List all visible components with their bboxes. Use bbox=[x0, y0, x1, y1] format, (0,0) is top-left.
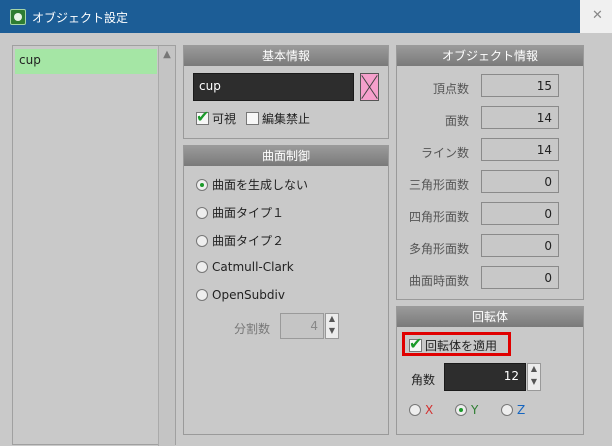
close-button[interactable]: ✕ bbox=[580, 0, 612, 33]
curve-control-group: 曲面制御 曲面を生成しない 曲面タイプ１ 曲面タイプ２ Catmull-Clar… bbox=[183, 145, 389, 435]
curved-face-count-label: 曲面時面数 bbox=[409, 274, 470, 288]
edit-lock-label: 編集禁止 bbox=[262, 112, 311, 126]
radio-icon bbox=[196, 261, 208, 273]
object-list[interactable]: cup ▲ bbox=[12, 45, 176, 446]
apply-lathe-label: 回転体を適用 bbox=[425, 339, 498, 353]
curve-option-type1[interactable]: 曲面タイプ１ bbox=[196, 204, 284, 221]
face-count-label: 面数 bbox=[444, 114, 469, 128]
app-icon bbox=[10, 9, 26, 25]
axis-y-label: Y bbox=[471, 403, 479, 417]
radio-icon bbox=[196, 179, 208, 191]
subdiv-stepper: ▲ ▼ bbox=[325, 313, 339, 339]
lathe-group: 回転体 ✔ 回転体を適用 角数 12 ▲ ▼ X Y Z bbox=[396, 306, 584, 435]
color-swatch[interactable] bbox=[360, 73, 379, 101]
radio-icon bbox=[501, 404, 513, 416]
polygon-count-label: 多角形面数 bbox=[409, 242, 470, 256]
axis-option-y[interactable]: Y bbox=[455, 403, 478, 417]
curve-option-type2[interactable]: 曲面タイプ２ bbox=[196, 232, 284, 249]
axis-x-label: X bbox=[425, 403, 434, 417]
stepper-up-icon: ▲ bbox=[328, 314, 336, 323]
list-item[interactable]: cup bbox=[15, 49, 157, 74]
scrollbar[interactable]: ▲ bbox=[158, 46, 175, 446]
quad-count-value: 0 bbox=[481, 202, 559, 225]
basic-info-group: 基本情報 cup ✔ 可視 編集禁止 bbox=[183, 45, 389, 139]
angle-stepper[interactable]: ▲ ▼ bbox=[527, 363, 541, 391]
window-title: オブジェクト設定 bbox=[32, 11, 129, 25]
object-info-header: オブジェクト情報 bbox=[397, 46, 583, 66]
object-info-group: オブジェクト情報 頂点数 15 面数 14 ライン数 14 三角形面数 0 四角… bbox=[396, 45, 584, 300]
dialog-body: cup ▲ 基本情報 cup ✔ 可視 編集禁止 曲面制御 曲面を生成しない 曲面… bbox=[0, 33, 612, 446]
line-count-label: ライン数 bbox=[420, 146, 469, 160]
curve-option-label: 曲面を生成しない bbox=[212, 178, 309, 192]
curve-option-label: OpenSubdiv bbox=[212, 288, 285, 302]
axis-z-label: Z bbox=[517, 403, 526, 417]
subdiv-field: 4 bbox=[280, 313, 324, 339]
curve-option-none[interactable]: 曲面を生成しない bbox=[196, 176, 308, 193]
checkmark-icon: ✔ bbox=[196, 107, 210, 126]
radio-icon bbox=[409, 404, 421, 416]
stepper-down-icon[interactable]: ▼ bbox=[528, 377, 540, 390]
close-icon: ✕ bbox=[592, 8, 603, 23]
subdiv-label: 分割数 bbox=[234, 322, 271, 336]
line-count-value: 14 bbox=[481, 138, 559, 161]
axis-option-x[interactable]: X bbox=[409, 403, 433, 417]
stepper-down-icon: ▼ bbox=[328, 326, 336, 335]
curve-control-header: 曲面制御 bbox=[184, 146, 388, 166]
checkbox-box bbox=[246, 112, 259, 125]
radio-icon bbox=[196, 207, 208, 219]
visible-checkbox[interactable]: ✔ 可視 bbox=[196, 107, 237, 127]
edit-lock-checkbox[interactable]: 編集禁止 bbox=[246, 110, 310, 127]
axis-option-z[interactable]: Z bbox=[501, 403, 525, 417]
radio-icon bbox=[196, 235, 208, 247]
angle-field[interactable]: 12 bbox=[444, 363, 526, 391]
curve-option-label: 曲面タイプ１ bbox=[212, 206, 285, 220]
stepper-up-icon[interactable]: ▲ bbox=[528, 364, 540, 377]
lathe-header: 回転体 bbox=[397, 307, 583, 327]
polygon-count-value: 0 bbox=[481, 234, 559, 257]
vertex-count-value: 15 bbox=[481, 74, 559, 97]
angle-label: 角数 bbox=[411, 373, 436, 387]
triangle-count-value: 0 bbox=[481, 170, 559, 193]
title-bar: オブジェクト設定 ✕ bbox=[0, 0, 612, 33]
checkbox-box: ✔ bbox=[409, 334, 422, 353]
radio-icon bbox=[196, 289, 208, 301]
basic-info-header: 基本情報 bbox=[184, 46, 388, 66]
curved-face-count-value: 0 bbox=[481, 266, 559, 289]
radio-icon bbox=[455, 404, 467, 416]
vertex-count-label: 頂点数 bbox=[432, 82, 469, 96]
apply-lathe-checkbox[interactable]: ✔ 回転体を適用 bbox=[409, 334, 498, 354]
curve-option-catmull-clark[interactable]: Catmull-Clark bbox=[196, 260, 294, 274]
curve-option-opensubdiv[interactable]: OpenSubdiv bbox=[196, 288, 285, 302]
face-count-value: 14 bbox=[481, 106, 559, 129]
visible-label: 可視 bbox=[212, 112, 237, 126]
checkmark-icon: ✔ bbox=[409, 334, 423, 353]
quad-count-label: 四角形面数 bbox=[409, 210, 470, 224]
name-field[interactable]: cup bbox=[193, 73, 354, 101]
scroll-up-icon[interactable]: ▲ bbox=[161, 49, 173, 61]
checkbox-box: ✔ bbox=[196, 107, 209, 126]
curve-option-label: Catmull-Clark bbox=[212, 260, 294, 274]
curve-option-label: 曲面タイプ２ bbox=[212, 234, 285, 248]
triangle-count-label: 三角形面数 bbox=[409, 178, 470, 192]
